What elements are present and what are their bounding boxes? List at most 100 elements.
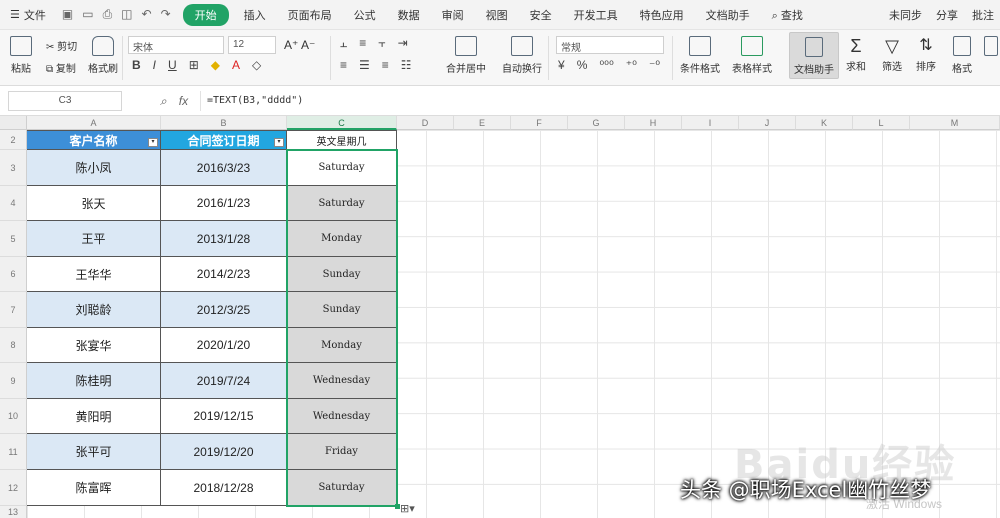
filter-dropdown-icon[interactable]: ▾	[274, 138, 284, 147]
merge-center-button[interactable]: 合并居中	[446, 36, 486, 75]
tab-data[interactable]: 数据	[387, 4, 431, 26]
table-cell[interactable]: 2013/1/28	[161, 221, 287, 257]
doc-helper-button[interactable]: 文档助手	[789, 32, 839, 79]
tab-developer[interactable]: 开发工具	[563, 4, 629, 26]
align-left-icon[interactable]: ≡	[340, 58, 347, 72]
table-cell[interactable]: 2019/12/15	[161, 399, 287, 434]
col-header-b[interactable]: B	[161, 116, 287, 130]
preview-icon[interactable]: ◫	[121, 7, 132, 22]
clear-format-icon[interactable]: ◇	[252, 58, 261, 72]
row-header[interactable]: 7	[0, 292, 27, 328]
thousands-icon[interactable]: ⁰⁰⁰	[599, 58, 613, 72]
table-cell[interactable]: 2012/3/25	[161, 292, 287, 328]
tab-view[interactable]: 视图	[475, 4, 519, 26]
font-color-icon[interactable]: A	[232, 58, 240, 72]
table-cell[interactable]: 2014/2/23	[161, 257, 287, 292]
filter-dropdown-icon[interactable]: ▾	[148, 138, 158, 147]
format-painter-button[interactable]: 格式刷	[88, 36, 118, 75]
sync-status[interactable]: 未同步	[889, 7, 922, 23]
save-icon[interactable]: ▣	[62, 7, 73, 22]
align-right-icon[interactable]: ≡	[382, 58, 389, 72]
table-cell[interactable]: Friday	[287, 434, 397, 470]
tab-home[interactable]: 开始	[182, 3, 229, 26]
formula-input[interactable]: =TEXT(B3,"dddd")	[200, 91, 995, 111]
zoom-formula-icon[interactable]: ⌕	[160, 94, 167, 109]
name-box[interactable]: C3	[8, 91, 122, 111]
tab-review[interactable]: 审阅	[431, 4, 475, 26]
print-icon[interactable]: ⎙	[103, 7, 113, 22]
bold-icon[interactable]: B	[132, 58, 141, 72]
table-cell[interactable]: 陈小凤	[27, 150, 161, 186]
table-cell[interactable]: 2020/1/20	[161, 328, 287, 363]
row-header[interactable]: 3	[0, 150, 27, 186]
underline-icon[interactable]: U	[168, 58, 177, 72]
table-cell[interactable]: Sunday	[287, 257, 397, 292]
table-cell[interactable]: 王平	[27, 221, 161, 257]
fx-icon[interactable]: fx	[179, 94, 188, 109]
table-cell[interactable]: 张天	[27, 186, 161, 221]
row-header[interactable]: 10	[0, 399, 27, 434]
row-header[interactable]: 4	[0, 186, 27, 221]
tab-security[interactable]: 安全	[519, 4, 563, 26]
tab-insert[interactable]: 插入	[233, 4, 277, 26]
table-header-cell[interactable]: 合同签订日期 ▾	[161, 130, 287, 150]
table-cell[interactable]: Wednesday	[287, 363, 397, 399]
col-header-f[interactable]: F	[511, 116, 568, 130]
table-cell[interactable]: 陈富晖	[27, 470, 161, 506]
row-header[interactable]: 9	[0, 363, 27, 399]
table-cell[interactable]: 2019/7/24	[161, 363, 287, 399]
col-header-e[interactable]: E	[454, 116, 511, 130]
col-header-m[interactable]: M	[910, 116, 1000, 130]
comment-button[interactable]: 批注	[972, 7, 994, 23]
fill-color-icon[interactable]: ◆	[211, 58, 220, 72]
font-size-select[interactable]: 12	[228, 36, 276, 54]
increase-decimal-icon[interactable]: ⁺⁰	[626, 58, 637, 72]
table-cell[interactable]: 2019/12/20	[161, 434, 287, 470]
copy-button[interactable]: ⧉ 复制	[46, 60, 76, 75]
row-header[interactable]: 13	[0, 506, 27, 518]
cut-button[interactable]: ✂ 剪切	[46, 38, 77, 53]
paste-button[interactable]: 粘贴	[10, 36, 32, 75]
col-header-d[interactable]: D	[397, 116, 454, 130]
align-middle-icon[interactable]: ≡	[359, 36, 366, 51]
col-header-k[interactable]: K	[796, 116, 853, 130]
table-cell[interactable]: Saturday	[287, 470, 397, 506]
filter-button[interactable]: ▽ 筛选	[882, 36, 902, 73]
col-header-l[interactable]: L	[853, 116, 910, 130]
select-all-corner[interactable]	[0, 116, 27, 130]
tab-formulas[interactable]: 公式	[343, 4, 387, 26]
table-header-cell[interactable]: 客户名称 ▾	[27, 130, 161, 150]
row-header[interactable]: 2	[0, 130, 27, 150]
table-cell[interactable]: 2016/1/23	[161, 186, 287, 221]
number-format-select[interactable]: 常规	[556, 36, 664, 54]
table-cell[interactable]: 2016/3/23	[161, 150, 287, 186]
font-name-select[interactable]: 宋体	[128, 36, 224, 54]
border-icon[interactable]: ⊞	[189, 58, 199, 72]
col-header-a[interactable]: A	[27, 116, 161, 130]
col-header-i[interactable]: I	[682, 116, 739, 130]
table-cell[interactable]: 黄阳明	[27, 399, 161, 434]
sort-button[interactable]: ⇅ 排序	[916, 36, 936, 73]
open-icon[interactable]: ▭	[82, 7, 93, 22]
table-cell[interactable]: Wednesday	[287, 399, 397, 434]
tab-features[interactable]: 特色应用	[629, 4, 695, 26]
fill-options-icon[interactable]: ⊞▾	[400, 502, 415, 515]
decrease-decimal-icon[interactable]: ⁻⁰	[649, 58, 660, 72]
align-top-icon[interactable]: ⫠	[340, 36, 347, 51]
font-grow-icon[interactable]: A⁺ A⁻	[284, 38, 315, 52]
table-cell[interactable]: Saturday	[287, 186, 397, 221]
sum-button[interactable]: Σ 求和	[846, 36, 866, 73]
col-header-c[interactable]: C	[287, 116, 397, 130]
align-bottom-icon[interactable]: ⫟	[378, 36, 385, 51]
row-header[interactable]: 8	[0, 328, 27, 363]
conditional-format-button[interactable]: 条件格式	[680, 36, 720, 75]
table-cell[interactable]: 张平可	[27, 434, 161, 470]
align-center-icon[interactable]: ☰	[359, 58, 370, 72]
share-button[interactable]: 分享	[936, 7, 958, 23]
currency-icon[interactable]: ¥	[558, 58, 565, 72]
undo-icon[interactable]: ↶	[142, 7, 152, 22]
table-style-button[interactable]: 表格样式	[732, 36, 772, 75]
rows-cols-button[interactable]	[984, 36, 998, 60]
table-cell[interactable]: Monday	[287, 221, 397, 257]
indent-icon[interactable]: ⇥	[398, 36, 408, 51]
